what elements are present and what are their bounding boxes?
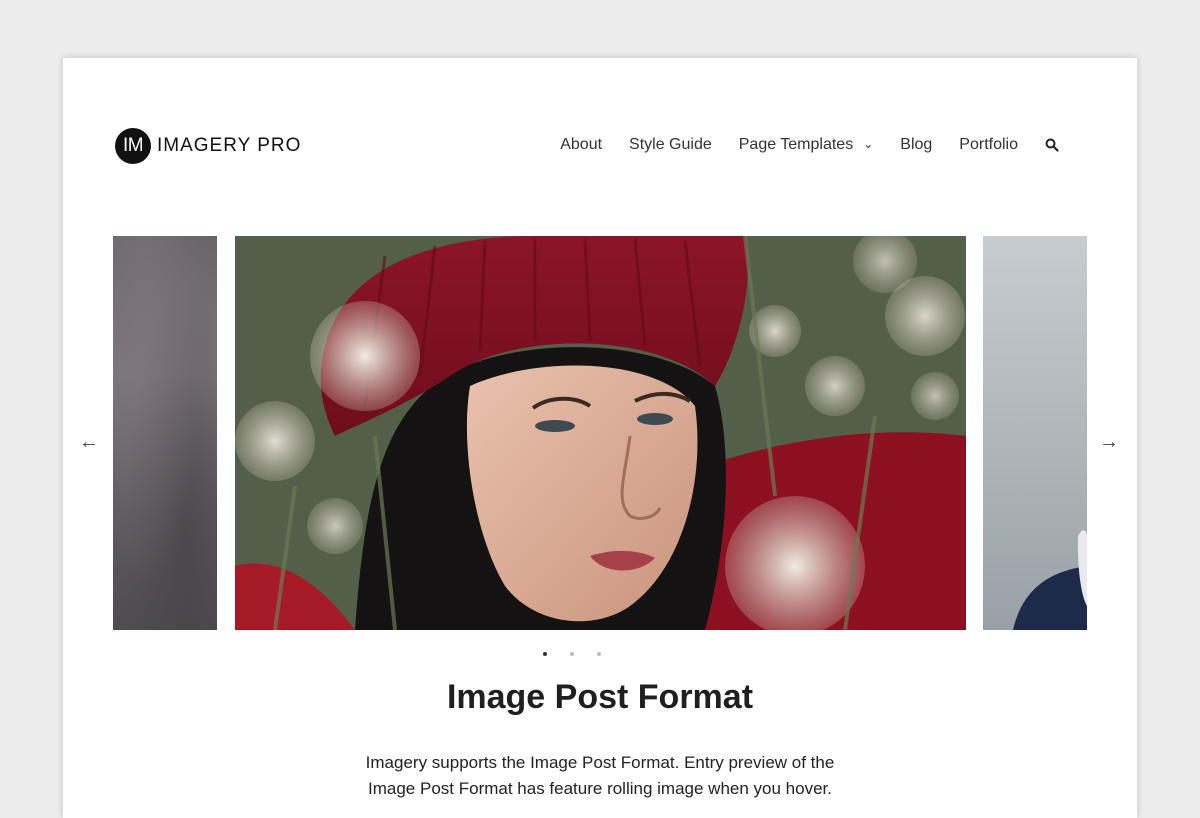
search-icon[interactable] <box>1045 138 1059 152</box>
slide-current-image[interactable] <box>235 236 966 630</box>
nav-item-blog[interactable]: Blog <box>900 136 932 154</box>
portrait-photo <box>235 236 966 630</box>
slide-previous-image[interactable] <box>113 236 217 630</box>
logo-badge: IM <box>115 127 151 164</box>
slider-dot-3[interactable] <box>597 652 601 656</box>
nav-item-page-templates[interactable]: Page Templates ⌄ <box>739 136 874 154</box>
slide-next-image[interactable] <box>983 236 1087 630</box>
slider-next-arrow[interactable]: → <box>1099 432 1119 452</box>
post-excerpt: Imagery supports the Image Post Format. … <box>365 753 835 798</box>
slider-pagination <box>35 652 1109 656</box>
slider-dot-1[interactable] <box>543 652 547 656</box>
slider-prev-arrow[interactable]: ← <box>79 432 99 452</box>
slider-dot-2[interactable] <box>570 652 574 656</box>
image-slider: ← → <box>63 236 1137 630</box>
primary-nav: About Style Guide Page Templates ⌄ Blog P… <box>560 134 1059 156</box>
next-slide-photo <box>1013 530 1087 630</box>
site-logo[interactable]: IM IMAGERY PRO <box>115 127 301 164</box>
nav-item-style-guide[interactable]: Style Guide <box>629 136 712 154</box>
post-title[interactable]: Image Post Format <box>63 678 1137 717</box>
site-title: IMAGERY PRO <box>157 134 302 156</box>
nav-item-page-templates-label: Page Templates <box>738 136 854 153</box>
nav-item-portfolio[interactable]: Portfolio <box>959 136 1018 154</box>
chevron-down-icon[interactable]: ⌄ <box>863 137 873 151</box>
nav-item-about[interactable]: About <box>560 136 602 154</box>
page-sheet: IM IMAGERY PRO About Style Guide Page Te… <box>63 58 1137 818</box>
